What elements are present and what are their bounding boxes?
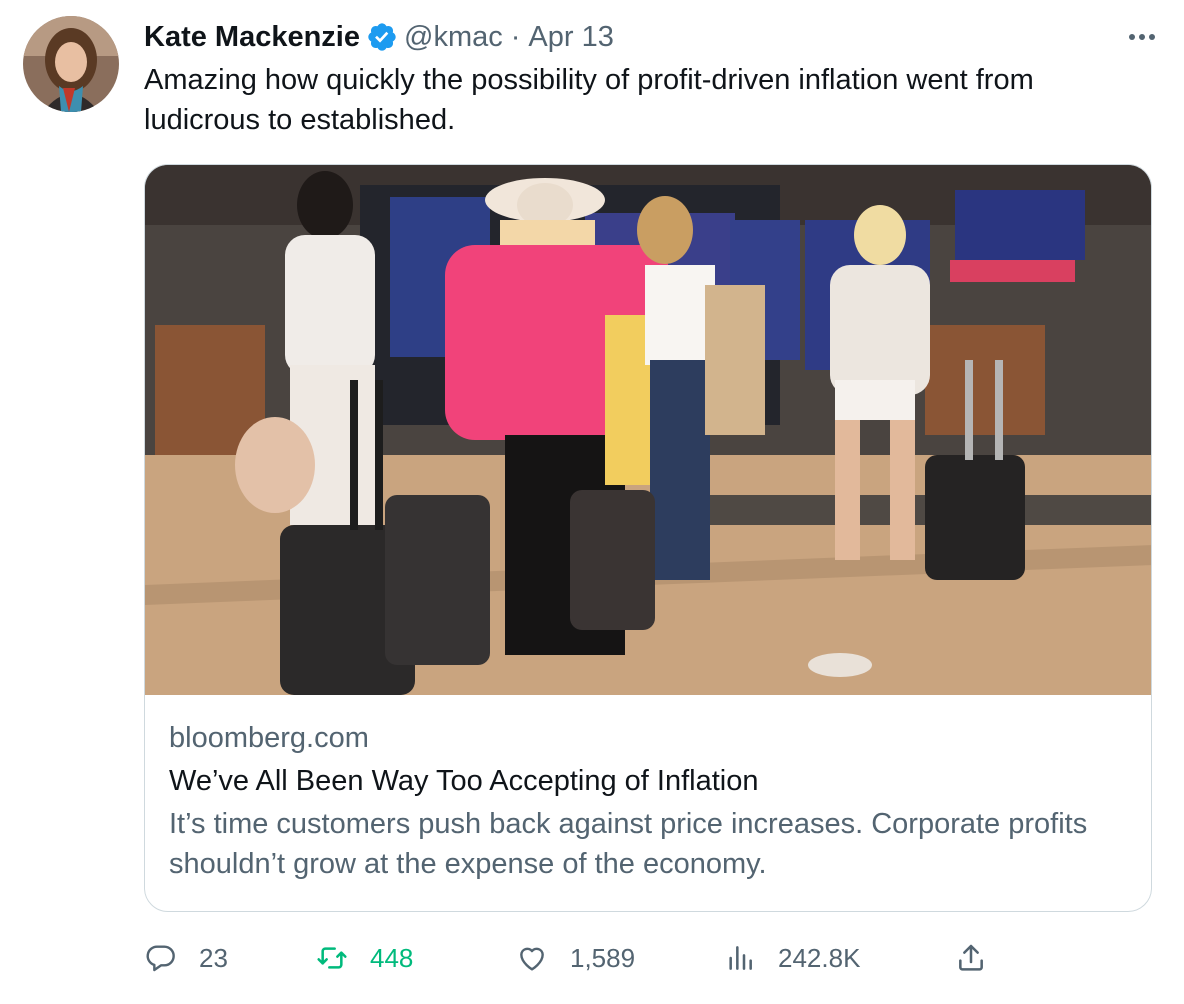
views-icon (729, 946, 752, 970)
reply-button[interactable]: 23 (145, 938, 228, 978)
separator-dot: · (510, 20, 521, 53)
reply-count: 23 (199, 942, 228, 973)
link-card[interactable]: bloomberg.com We’ve All Been Way Too Acc… (144, 164, 1152, 912)
share-button[interactable] (955, 938, 987, 978)
like-count: 1,589 (570, 942, 636, 973)
verified-badge-icon (366, 21, 398, 53)
avatar[interactable] (23, 16, 119, 112)
tweet-header: Kate Mackenzie @kmac · Apr 13 (144, 17, 614, 57)
card-description: It’s time customers push back against pr… (169, 808, 1088, 880)
more-icon[interactable] (1122, 22, 1162, 52)
retweet-icon (317, 947, 347, 969)
like-button[interactable]: 1,589 (516, 938, 635, 978)
card-meta: bloomberg.com We’ve All Been Way Too Acc… (169, 718, 1129, 884)
share-icon (959, 944, 983, 971)
views-count: 242.8K (778, 942, 861, 973)
tweet-actions: 23 448 1,589 242.8K (0, 938, 1184, 978)
card-image (145, 165, 1151, 695)
reply-icon (146, 945, 175, 972)
retweet-button[interactable]: 448 (316, 938, 413, 978)
avatar-image (23, 16, 119, 112)
card-headline[interactable]: We’ve All Been Way Too Accepting of Infl… (169, 761, 1129, 801)
author-handle[interactable]: @kmac (404, 21, 503, 54)
card-domain: bloomberg.com (169, 722, 369, 754)
tweet-date[interactable]: Apr 13 (528, 21, 613, 54)
like-icon (520, 947, 544, 971)
author-name[interactable]: Kate Mackenzie (144, 21, 360, 54)
tweet-text: Amazing how quickly the possibility of p… (144, 64, 1034, 136)
retweet-count: 448 (370, 942, 414, 973)
views-button[interactable]: 242.8K (724, 938, 860, 978)
